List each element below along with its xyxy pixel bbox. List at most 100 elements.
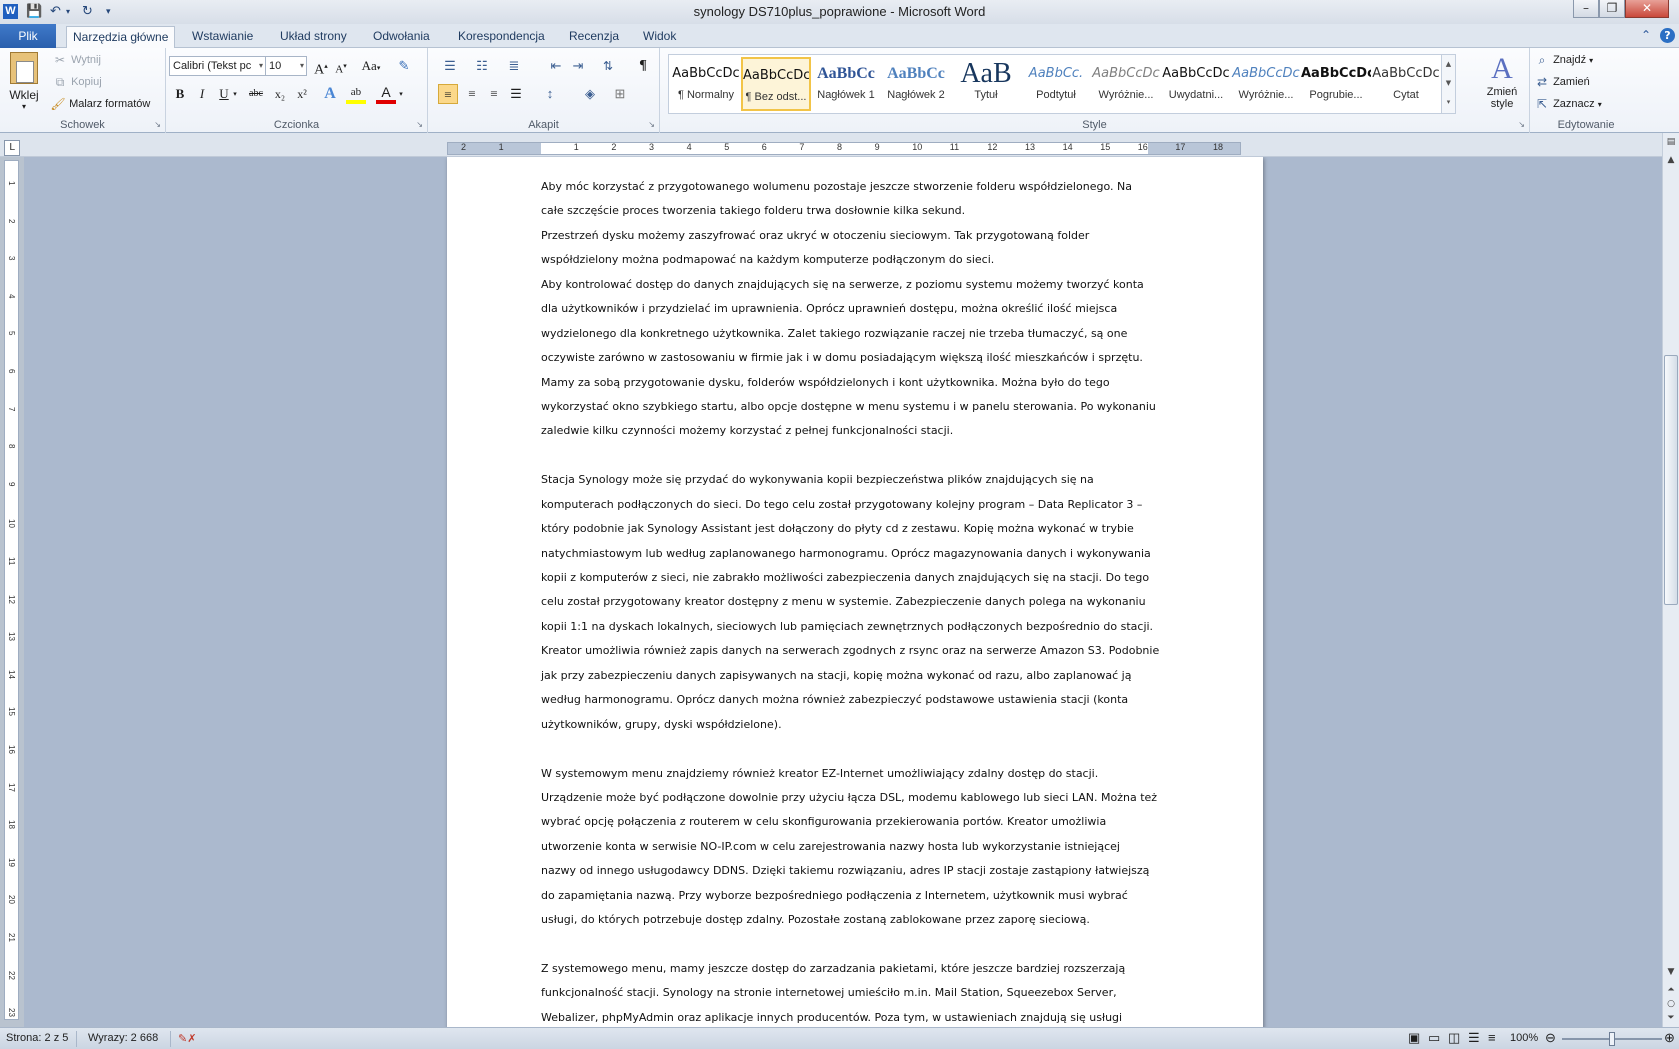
subscript-button[interactable]: x₂ bbox=[270, 84, 290, 104]
text-line[interactable]: Mamy za sobą przygotowanie dysku, folder… bbox=[541, 371, 1161, 395]
minimize-ribbon-icon[interactable]: ⌃ bbox=[1641, 28, 1651, 42]
horizontal-ruler[interactable]: 2 1 1 2 3 4 5 6 7 8 9 10 11 12 13 14 15 16 17 18 bbox=[447, 142, 1241, 155]
text-line[interactable]: który podobnie jak Synology Assistant je… bbox=[541, 517, 1161, 541]
gallery-down-icon[interactable]: ▼ bbox=[1442, 74, 1455, 93]
style-item[interactable]: AaBbCcDc Wyróżnie... bbox=[1091, 57, 1161, 111]
tab-file[interactable]: Plik bbox=[0, 24, 56, 48]
document-page[interactable]: Aby móc korzystać z przygotowanego wolum… bbox=[447, 157, 1263, 1027]
help-icon[interactable]: ? bbox=[1660, 28, 1675, 43]
full-screen-reading-icon[interactable]: ▭ bbox=[1428, 1030, 1440, 1046]
decrease-indent-button[interactable]: ⇤ bbox=[546, 56, 566, 76]
font-size-combo[interactable]: 10 ▾ bbox=[265, 56, 307, 76]
style-item[interactable]: AaBbCcDc Cytat bbox=[1371, 57, 1441, 111]
tab-selector-icon[interactable]: L bbox=[4, 140, 20, 156]
text-line[interactable]: usługi, do których potrzebuje dostęp zda… bbox=[541, 908, 1161, 932]
text-line[interactable] bbox=[541, 933, 1161, 957]
restore-button[interactable]: ❐ bbox=[1599, 0, 1625, 18]
gallery-more-icon[interactable]: ▾ bbox=[1442, 93, 1455, 112]
text-line[interactable]: użytkowników, grupy, dyski współdzielone… bbox=[541, 713, 1161, 737]
scrollbar-thumb[interactable] bbox=[1664, 355, 1678, 605]
text-line[interactable]: Urządzenie może być podłączone dowolnie … bbox=[541, 786, 1161, 810]
bold-button[interactable]: B bbox=[170, 84, 190, 104]
change-styles-button[interactable]: A Zmień style bbox=[1480, 52, 1524, 110]
style-item[interactable]: AaBbCcDc Pogrubie... bbox=[1301, 57, 1371, 111]
scroll-down-icon[interactable]: ▼ bbox=[1664, 965, 1678, 979]
font-color-button[interactable]: A bbox=[376, 84, 396, 104]
page-indicator[interactable]: Strona: 2 z 5 bbox=[6, 1032, 68, 1044]
text-line[interactable]: Przestrzeń dysku możemy zaszyfrować oraz… bbox=[541, 224, 1161, 248]
proofing-icon[interactable]: ✎✗ bbox=[178, 1032, 196, 1045]
zoom-level[interactable]: 100% bbox=[1510, 1032, 1538, 1044]
clear-formatting-button[interactable]: ✎ bbox=[394, 56, 414, 76]
text-line[interactable]: do zapamiętania nazwą. Przy wyborze bezp… bbox=[541, 884, 1161, 908]
browse-object-icon[interactable]: ○ bbox=[1664, 997, 1678, 1011]
justify-button[interactable]: ☰ bbox=[506, 84, 526, 104]
zoom-out-icon[interactable]: ⊖ bbox=[1545, 1030, 1556, 1046]
gallery-scroll[interactable]: ▲ ▼ ▾ bbox=[1441, 55, 1455, 113]
zoom-slider[interactable] bbox=[1562, 1032, 1662, 1046]
find-button[interactable]: ⌕ Znajdź ▾ bbox=[1534, 52, 1594, 68]
copy-button[interactable]: ⧉ Kopiuj bbox=[52, 74, 102, 90]
style-item[interactable]: AaBbCc. Podtytuł bbox=[1021, 57, 1091, 111]
text-line[interactable]: całe szczęście proces tworzenia takiego … bbox=[541, 199, 1161, 223]
change-case-button[interactable]: Aa▾ bbox=[358, 56, 384, 76]
highlight-button[interactable]: ab bbox=[346, 84, 366, 104]
select-button[interactable]: ⇱ Zaznacz ▾ bbox=[1534, 96, 1602, 112]
paste-button[interactable]: Wklej ▾ bbox=[6, 52, 42, 111]
text-line[interactable]: wykorzystać okno szybkiego startu, albo … bbox=[541, 395, 1161, 419]
shading-button[interactable]: ◈ bbox=[580, 84, 600, 104]
styles-launcher-icon[interactable]: ↘ bbox=[1518, 120, 1525, 129]
tab-review[interactable]: Recenzja bbox=[563, 26, 625, 48]
text-line[interactable]: natychmiastowym lub według zaplanowanego… bbox=[541, 542, 1161, 566]
borders-button[interactable]: ⊞ bbox=[610, 84, 630, 104]
cut-button[interactable]: ✂ Wytnij bbox=[52, 52, 101, 68]
vertical-ruler[interactable]: 1 2 3 4 5 6 7 8 9 10 11 12 13 14 15 16 17 18 19 20 21 22 23 bbox=[4, 160, 19, 1020]
tab-view[interactable]: Widok bbox=[637, 26, 682, 48]
increase-indent-button[interactable]: ⇥ bbox=[568, 56, 588, 76]
shrink-font-button[interactable]: A▾ bbox=[331, 56, 351, 76]
outline-view-icon[interactable]: ☰ bbox=[1468, 1030, 1480, 1046]
style-item[interactable]: AaBbCcDc Wyróżnie... bbox=[1231, 57, 1301, 111]
close-button[interactable]: ✕ bbox=[1625, 0, 1669, 18]
text-line[interactable]: nazwy od innego usługodawcy DDNS. Dzięki… bbox=[541, 859, 1161, 883]
text-line[interactable]: utworzenie konta w serwisie NO-IP.com w … bbox=[541, 835, 1161, 859]
strikethrough-button[interactable]: abc bbox=[246, 84, 266, 104]
grow-font-button[interactable]: A▴ bbox=[311, 56, 331, 78]
multilevel-list-button[interactable]: ≣ bbox=[504, 56, 524, 76]
text-line[interactable]: Aby móc korzystać z przygotowanego wolum… bbox=[541, 175, 1161, 199]
style-item[interactable]: AaBbCcDc Uwydatni... bbox=[1161, 57, 1231, 111]
zoom-in-icon[interactable]: ⊕ bbox=[1664, 1030, 1675, 1046]
next-page-icon[interactable]: ⏷ bbox=[1664, 1011, 1678, 1025]
previous-page-icon[interactable]: ⏶ bbox=[1664, 983, 1678, 997]
numbering-button[interactable]: ☷ bbox=[472, 56, 492, 76]
tab-page-layout[interactable]: Układ strony bbox=[274, 26, 353, 48]
text-line[interactable]: funkcjonalność stacji. Synology na stron… bbox=[541, 981, 1161, 1005]
show-formatting-marks-button[interactable]: ¶ bbox=[633, 56, 653, 76]
bullets-button[interactable]: ☰ bbox=[440, 56, 460, 76]
word-count[interactable]: Wyrazy: 2 668 bbox=[88, 1032, 158, 1044]
italic-button[interactable]: I bbox=[192, 84, 212, 104]
paragraph-launcher-icon[interactable]: ↘ bbox=[648, 120, 655, 129]
web-layout-icon[interactable]: ◫ bbox=[1448, 1030, 1460, 1046]
clipboard-launcher-icon[interactable]: ↘ bbox=[154, 120, 161, 129]
style-item[interactable]: AaBbCc Nagłówek 2 bbox=[881, 57, 951, 111]
align-left-button[interactable]: ≡ bbox=[438, 84, 458, 104]
scroll-up-icon[interactable]: ▲ bbox=[1664, 153, 1678, 167]
minimize-button[interactable]: – bbox=[1573, 0, 1599, 18]
document-text[interactable]: Aby móc korzystać z przygotowanego wolum… bbox=[541, 175, 1161, 1027]
text-line[interactable]: zaledwie kilku czynności możemy korzysta… bbox=[541, 419, 1161, 443]
line-spacing-button[interactable]: ↕ bbox=[540, 84, 560, 104]
text-line[interactable]: Kreator umożliwia również zapis danych n… bbox=[541, 639, 1161, 663]
align-right-button[interactable]: ≡ bbox=[484, 84, 504, 104]
style-item[interactable]: AaB Tytuł bbox=[951, 57, 1021, 111]
text-line[interactable]: Aby kontrolować dostęp do danych znajduj… bbox=[541, 273, 1161, 297]
text-line[interactable]: kopii 1:1 na dyskach lokalnych, sieciowy… bbox=[541, 615, 1161, 639]
font-color-dropdown-icon[interactable]: ▾ bbox=[396, 84, 406, 104]
gallery-up-icon[interactable]: ▲ bbox=[1442, 55, 1455, 74]
tab-insert[interactable]: Wstawianie bbox=[186, 26, 259, 48]
text-line[interactable]: Stacja Synology może się przydać do wyko… bbox=[541, 468, 1161, 492]
text-line[interactable]: celu został przygotowany kreator dostępn… bbox=[541, 590, 1161, 614]
superscript-button[interactable]: x² bbox=[292, 84, 312, 104]
text-line[interactable]: komputerach podłączonych do sieci. Do te… bbox=[541, 493, 1161, 517]
text-effects-button[interactable]: A bbox=[320, 84, 340, 104]
